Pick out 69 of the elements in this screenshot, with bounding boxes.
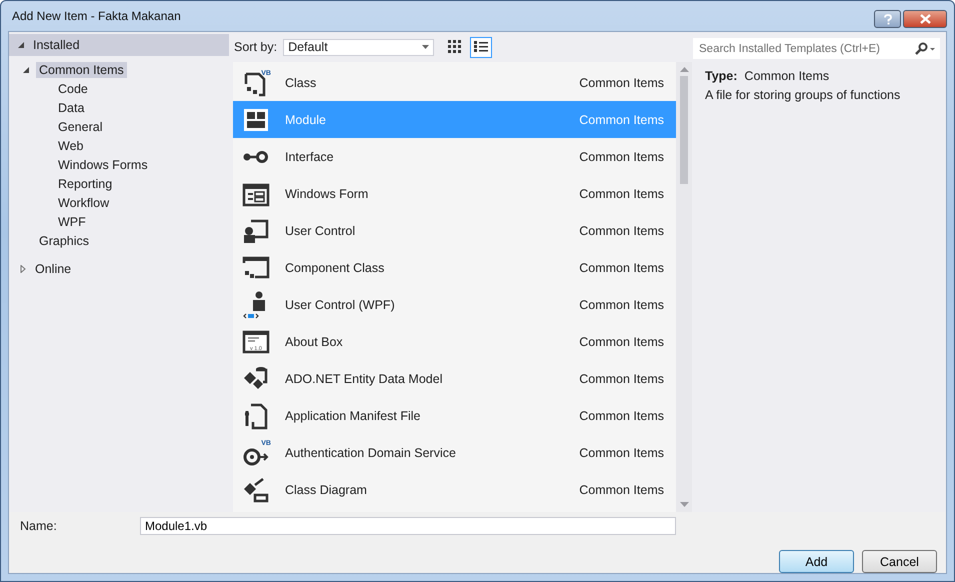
add-button[interactable]: Add	[779, 550, 854, 573]
template-row[interactable]: User Control (WPF) Common Items	[233, 286, 676, 323]
sort-label: Sort by:	[234, 40, 278, 54]
list-view-button[interactable]	[470, 36, 492, 58]
name-label: Name:	[20, 519, 58, 533]
window-title: Add New Item - Fakta Makanan	[11, 9, 181, 23]
help-button[interactable]	[874, 10, 901, 28]
template-row[interactable]: Interface Common Items	[233, 138, 676, 175]
tree-item[interactable]: Web	[55, 138, 86, 154]
template-category: Common Items	[579, 446, 664, 460]
template-name: Authentication Domain Service	[285, 446, 457, 460]
template-name: Application Manifest File	[285, 408, 422, 422]
scrollbar[interactable]	[676, 62, 692, 512]
grid-icon	[448, 40, 462, 54]
template-row[interactable]: User Control Common Items	[233, 212, 676, 249]
template-row[interactable]: Windows Form Common Items	[233, 175, 676, 212]
expanded-arrow-icon[interactable]	[22, 66, 30, 74]
template-name: ADO.NET Entity Data Model	[285, 372, 444, 386]
tree-item[interactable]: Installed	[9, 34, 229, 56]
tree-item[interactable]: Reporting	[55, 176, 116, 192]
tree-item[interactable]: Windows Forms	[55, 156, 151, 172]
help-icon	[882, 14, 892, 24]
tree-item[interactable]: Data	[55, 100, 88, 116]
tree-item[interactable]: WPF	[55, 214, 89, 230]
template-category: Common Items	[579, 372, 664, 386]
tree-item[interactable]: General	[55, 118, 106, 134]
template-category: Common Items	[579, 150, 664, 164]
template-category: Common Items	[579, 224, 664, 238]
tree-item[interactable]: Common Items	[36, 62, 127, 78]
template-name: User Control (WPF)	[285, 298, 396, 312]
tree-item[interactable]: Graphics	[36, 232, 92, 248]
template-category: Common Items	[579, 334, 664, 348]
template-category: Common Items	[579, 112, 664, 126]
template-row[interactable]: ADO.NET Entity Data Model Common Items	[233, 360, 676, 397]
scroll-thumb[interactable]	[680, 76, 688, 184]
template-category: Common Items	[579, 260, 664, 274]
search-field[interactable]: Search Installed Templates (Ctrl+E)	[693, 38, 940, 59]
template-name: Interface	[285, 150, 335, 164]
tree-item[interactable]: Workflow	[55, 194, 112, 210]
close-button[interactable]	[903, 10, 947, 28]
template-name: Windows Form	[285, 186, 370, 200]
template-category: Common Items	[579, 482, 664, 496]
template-name: Class Diagram	[285, 482, 368, 496]
type-label: Type:	[705, 69, 738, 83]
template-name: Module	[285, 112, 327, 126]
template-category: Common Items	[579, 408, 664, 422]
expanded-arrow-icon[interactable]	[17, 41, 25, 49]
template-name: About Box	[285, 334, 344, 348]
name-field[interactable]: Module1.vb	[140, 517, 676, 535]
cancel-button[interactable]: Cancel	[862, 550, 937, 573]
close-icon	[920, 14, 930, 24]
template-category: Common Items	[579, 298, 664, 312]
collapsed-arrow-icon[interactable]	[19, 265, 27, 273]
list-icon	[474, 40, 488, 54]
template-name: Component Class	[285, 260, 386, 274]
template-name: User Control	[285, 224, 356, 238]
template-category: Common Items	[579, 186, 664, 200]
tree-item[interactable]: Code	[55, 80, 91, 96]
template-category: Common Items	[579, 76, 664, 90]
search-icon[interactable]	[914, 42, 936, 56]
template-row[interactable]: Application Manifest File Common Items	[233, 397, 676, 434]
template-row[interactable]: Component Class Common Items	[233, 249, 676, 286]
template-row[interactable]: Class Diagram Common Items	[233, 471, 676, 508]
sort-dropdown[interactable]: Default	[283, 38, 434, 56]
type-value: Common Items	[744, 69, 830, 83]
tree-item[interactable]: Online	[9, 258, 229, 280]
template-name: Class	[285, 76, 318, 90]
template-description: A file for storing groups of functions	[705, 88, 902, 102]
dropdown-arrow-icon	[422, 45, 430, 49]
